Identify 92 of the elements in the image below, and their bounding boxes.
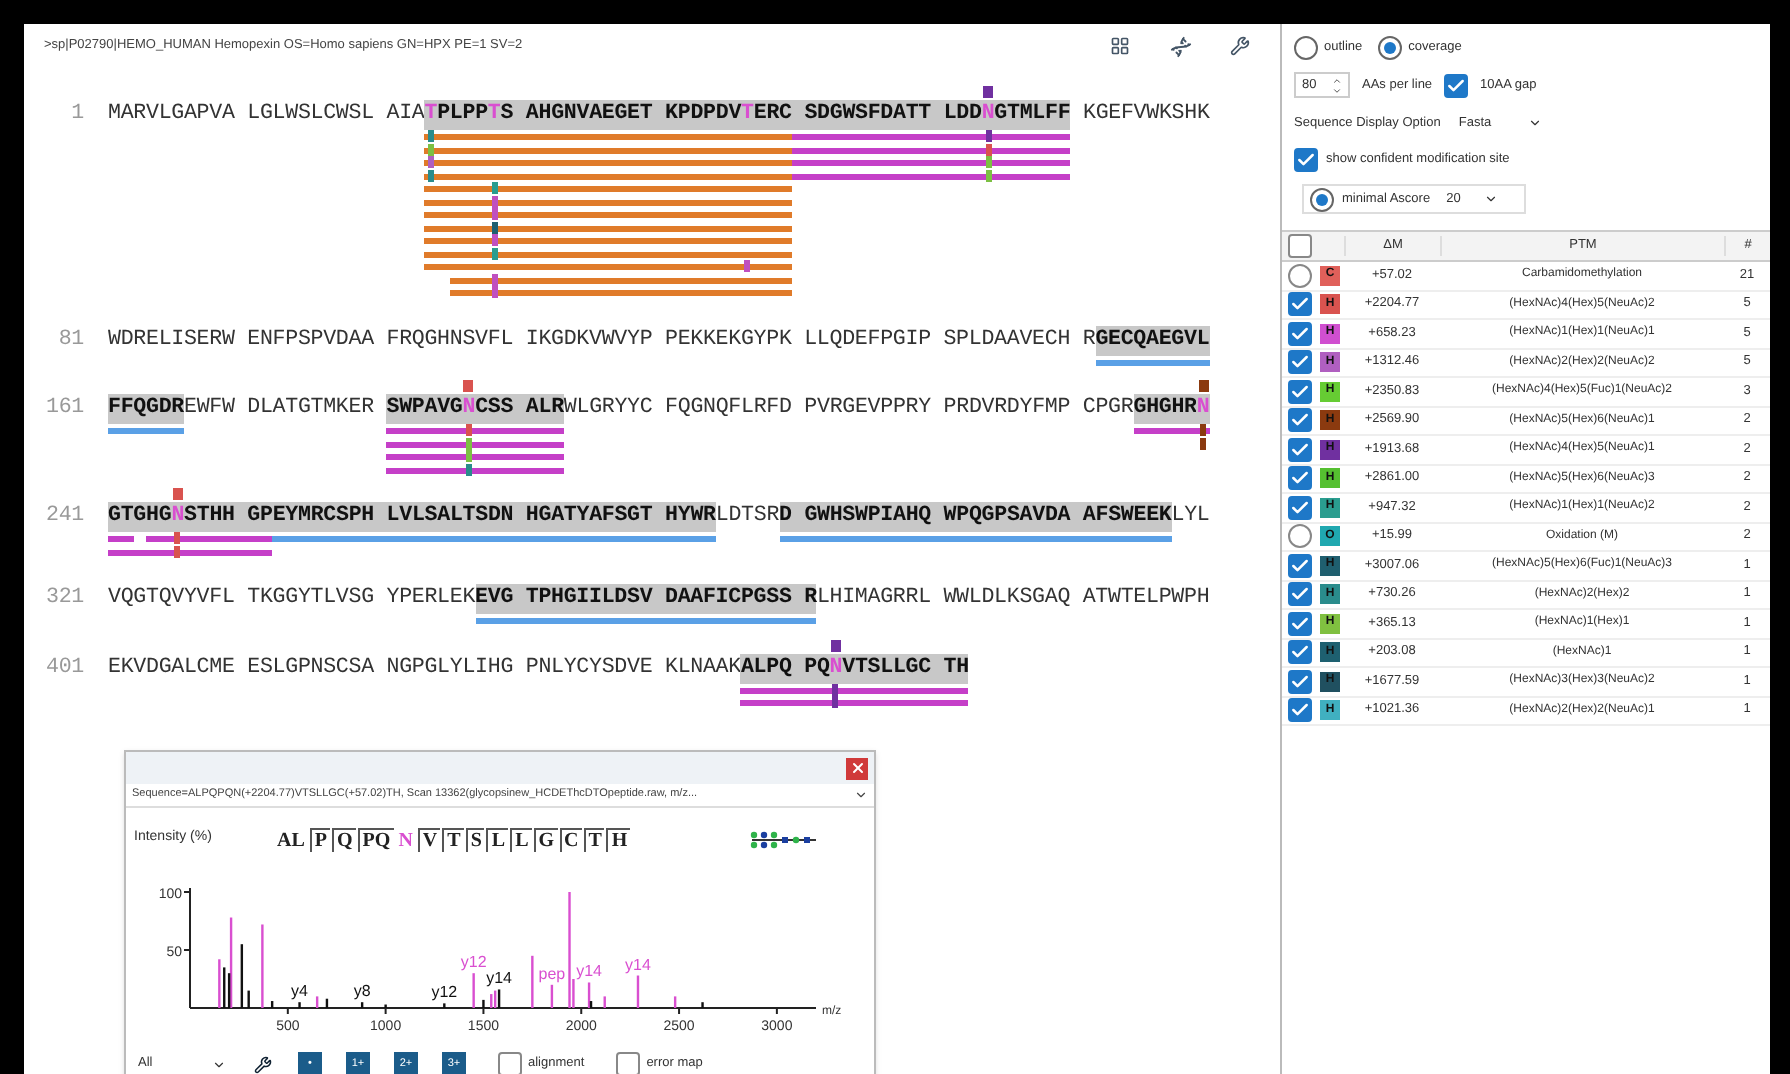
sequence-text: SDGWSFDATT LDD xyxy=(791,100,982,130)
checkbox[interactable] xyxy=(1287,495,1311,520)
sequence-text: MARVLGAPVA LGLWSLCWSL AIA xyxy=(108,100,425,130)
peak-label: y8 xyxy=(353,982,371,1001)
residue-label: V xyxy=(417,828,441,852)
sequence-text: HG xyxy=(146,502,172,532)
sequence-text: EVG TPHGIILDSV DAAFICPGSS R xyxy=(475,584,817,614)
checkbox[interactable] xyxy=(1287,350,1311,375)
residue-label: G xyxy=(533,828,558,852)
sequence-text: GTMLFF xyxy=(994,100,1071,130)
sequence-text: N xyxy=(462,394,476,424)
row-number: 161 xyxy=(44,394,86,424)
residue-label: H xyxy=(606,828,631,852)
sequence-text: ALPQ PQ xyxy=(740,653,830,683)
peak-label: y14 xyxy=(486,969,512,988)
checkbox[interactable] xyxy=(1287,234,1311,258)
sequence-text: GT xyxy=(108,502,134,532)
row-number: 81 xyxy=(56,325,86,355)
sequence-text: LDTSR xyxy=(715,502,780,532)
checkbox[interactable] xyxy=(1294,148,1318,172)
sequence-text: STHH GP xyxy=(184,502,273,532)
checkbox[interactable] xyxy=(1287,698,1311,723)
peak-label: y12 xyxy=(460,953,487,972)
sequence-text: SWPAVG xyxy=(386,394,463,424)
sequence-text: EWFW DLATGTMKER xyxy=(183,394,376,424)
checkbox[interactable] xyxy=(1287,263,1311,288)
checkbox[interactable] xyxy=(1287,466,1311,491)
y-axis xyxy=(183,887,191,1009)
residue-label: PQ xyxy=(357,828,394,852)
residue-label: C xyxy=(559,828,582,852)
radio-button[interactable] xyxy=(1310,187,1334,211)
row-number: 401 xyxy=(44,653,86,683)
sequence-text: VQGTQVYVFL TKGGYTLVSG YPERLEK xyxy=(108,584,476,614)
sequence-text: ERC xyxy=(753,100,792,130)
residue-label: L xyxy=(510,828,532,852)
close-icon xyxy=(849,760,865,776)
glycan-icon xyxy=(748,830,821,850)
radio-button[interactable] xyxy=(1378,36,1403,60)
checkbox[interactable] xyxy=(616,1052,641,1074)
peak-label: pep xyxy=(538,964,566,983)
checkbox[interactable] xyxy=(1287,582,1311,607)
sequence-text: T xyxy=(424,100,438,130)
sequence-text: EKVDGALCME ESLGPNSCSA NGPGLYLIHG PNLYCYSDVE KLNAAK xyxy=(108,653,741,683)
row-number: 321 xyxy=(44,584,86,614)
residue-label: AL xyxy=(275,829,307,851)
sequence-text: LHIMAGRRL WWLDLKSGAQ ATWTELPWPH xyxy=(816,584,1210,614)
sequence-text: FFQGDR xyxy=(108,394,184,424)
residue-label: T xyxy=(442,828,464,852)
checkbox[interactable] xyxy=(1287,321,1311,346)
sequence-text: LYL xyxy=(1171,502,1210,532)
row-number: 241 xyxy=(44,502,86,532)
wrench-button[interactable] xyxy=(250,1052,274,1074)
sequence-text: EYMRCSPH LVLSALTSDN HGATYAFSGT HYWR xyxy=(272,502,716,532)
residue-label: Q xyxy=(332,828,356,852)
sequence-text: WDRELISERW ENFPSPVDAA FRQGHNSVFL IKGDKVWVYP PEKKEKGYPK LLQDEFPGIP SPLDAAVECH R xyxy=(108,325,1096,355)
checkbox[interactable] xyxy=(1287,379,1311,404)
peak-label: y14 xyxy=(625,955,651,974)
sequence-text: GHGHR xyxy=(1133,394,1197,424)
checkbox[interactable] xyxy=(1287,408,1311,433)
sequence-text: GECQAEGVL xyxy=(1095,325,1210,355)
row-number: 1 xyxy=(69,100,86,130)
sequence-text: D GWHSWPIAHQ WPQGPSAVDA AFSWEEK xyxy=(779,502,1172,532)
sequence-text: VTSLLGC TH xyxy=(842,653,969,683)
peak-label: y12 xyxy=(431,983,458,1002)
sequence-text: CSS ALR xyxy=(475,394,564,424)
checkbox[interactable] xyxy=(1287,611,1311,636)
checkbox[interactable] xyxy=(1287,669,1311,694)
residue-label: N xyxy=(396,829,415,851)
grid-icon xyxy=(1110,36,1130,56)
sequence-text: KGEFVWKSHK xyxy=(1080,100,1210,130)
checkbox[interactable] xyxy=(498,1052,522,1074)
sequence-text: N xyxy=(1196,394,1210,424)
residue-label: T xyxy=(583,828,605,852)
sequence-text: S AHGNVAEGET KPDPDV xyxy=(500,100,742,130)
wrench-icon xyxy=(1230,36,1250,56)
residue-label: P xyxy=(309,828,331,852)
checkbox[interactable] xyxy=(1287,437,1311,462)
peak-label: y4 xyxy=(291,982,308,1001)
sequence-text: WLGRYYC FQGNQFLRFD PVRGEVPPRY PRDVRDYFMP CPGR xyxy=(563,394,1134,424)
sequence-text: LPP xyxy=(449,100,488,130)
checkbox[interactable] xyxy=(1444,73,1469,97)
radio-button[interactable] xyxy=(1294,36,1318,60)
residue-label: S xyxy=(465,828,485,852)
peak-label: y14 xyxy=(576,962,602,981)
checkbox[interactable] xyxy=(1287,640,1311,665)
checkbox[interactable] xyxy=(1287,553,1311,578)
close-button[interactable] xyxy=(846,757,868,779)
checkbox[interactable] xyxy=(1287,292,1311,317)
residue-label: L xyxy=(486,828,509,852)
wrench-icon xyxy=(253,1055,271,1073)
checkbox[interactable] xyxy=(1287,524,1311,549)
dna-icon xyxy=(1169,35,1191,57)
